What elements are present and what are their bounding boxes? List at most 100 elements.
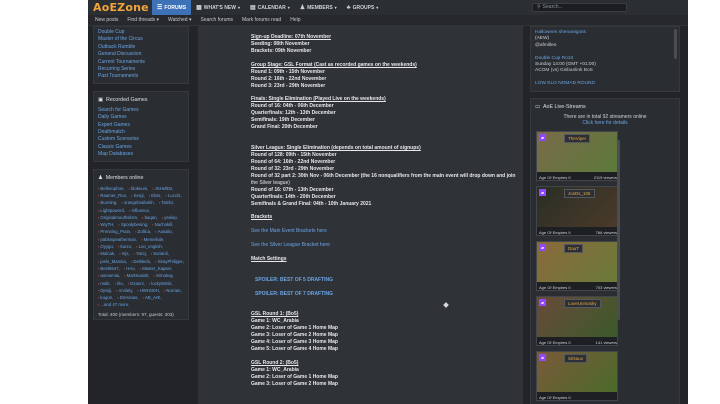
member-link[interactable]: kurzo, [118,243,132,250]
member-link[interactable]: AB_ArE, [143,294,161,301]
member-link[interactable]: HAo, [124,265,136,272]
nav-tab-label: WHAT'S NEW [203,4,236,11]
member-link[interactable]: kogon, [98,294,113,301]
recorded-games-link[interactable]: Search for Games [98,107,184,114]
event-line[interactable]: LOW ELO NOMAD ROUND [535,81,675,87]
recorded-games-link[interactable]: Expert Games [98,122,184,129]
nav-tab-what-s-new[interactable]: ▦ WHAT'S NEW ▾ [191,0,245,15]
member-link[interactable]: Lightpowerd, [98,207,125,214]
sidebar-link[interactable]: General Discussion [98,51,184,58]
members-more-link[interactable]: ...and 47 more. [98,301,184,308]
member-link[interactable]: baqan, [142,214,158,221]
member-link[interactable]: mjs, [119,250,130,257]
member-link[interactable]: Spoolybening, [119,221,148,228]
member-link[interactable]: SirayPhilippe, [155,258,184,265]
member-link[interactable]: HWHO0H, [137,287,160,294]
member-link[interactable]: Raamer_Roo, [98,192,127,199]
member-link[interactable]: pablospeatherman, [98,236,137,243]
member-link[interactable]: Arvilely, [116,287,134,294]
bracket-link[interactable]: See the Main Event Brackets here [251,228,523,235]
streamer-name[interactable]: Sirkaux [564,354,588,364]
subnav-search-forums[interactable]: Search forums [201,17,234,23]
stream-card[interactable]: ▰ Sirkaux Age Of Empires II [536,351,618,402]
recorded-games-link[interactable]: Classic Games [98,144,184,151]
subnav-help[interactable]: Help [290,17,300,23]
subnav-mark-forums-read[interactable]: Mark forums read [242,17,281,23]
member-link[interactable]: orangebraibekh, [121,199,155,206]
sidebar-link[interactable]: Past Tournaments [98,73,184,80]
recorded-games-link[interactable]: Custom Scenarios [98,136,184,143]
nav-tab-members[interactable]: ♟ MEMBERS ▾ [295,0,342,15]
member-link[interactable]: lito, [115,280,124,287]
spoiler-toggle[interactable]: SPOILER: BEST OF 5 DRAFTING [251,277,523,284]
streamer-name[interactable]: DauT [564,244,584,254]
nav-tab-forums[interactable]: ☰ FORUMS [152,0,192,15]
recorded-games-link[interactable]: Daily Games [98,114,184,121]
member-link[interactable]: Beel6547, [98,265,119,272]
member-link[interactable]: Elvis, [149,192,161,199]
sidebar-link[interactable]: Outback Rumble [98,44,184,51]
stream-card[interactable]: ▰ DauT Age Of Empires II 703 viewers [536,241,618,292]
sidebar-link[interactable]: Double Cup [98,29,184,36]
member-link[interactable]: Dreronas, [117,294,139,301]
member-link[interactable]: Norrian, [164,287,181,294]
member-link[interactable]: WiyTH, [98,221,114,228]
member-link[interactable]: Sirnokay, [154,272,174,279]
member-link[interactable]: luckyWinik, [149,280,173,287]
member-link[interactable]: Lucchi, [166,192,182,199]
recorded-games-link[interactable]: Map Databases [98,151,184,158]
member-link[interactable]: Bunning, [98,199,117,206]
streams-details-link[interactable]: Click here for details [535,120,675,126]
stream-info-bar: Age Of Empires II 766 viewers [537,227,617,236]
subnav-watched[interactable]: Watched ▾ [168,17,191,23]
streamer-name[interactable]: JosDs_105 [564,189,595,199]
events-scrollbar[interactable] [674,29,677,59]
member-link[interactable]: MarDioaish, [124,272,150,279]
member-link[interactable]: Bellerophon, [98,185,124,192]
member-link[interactable]: Oyygu, [98,243,114,250]
member-link[interactable]: Loo_english, [136,243,163,250]
member-link[interactable]: JSHellDs, [152,185,174,192]
member-link[interactable]: yariiep, [162,214,178,221]
page-scrollbar[interactable] [617,140,620,320]
member-link[interactable]: ameamiai, [98,272,120,279]
member-link[interactable]: Sergi, [131,192,145,199]
bracket-link[interactable]: See the Silver League Bracket here [251,242,523,249]
member-link[interactable]: Zollica, [135,228,152,235]
recorded-games-link[interactable]: Deathmatch [98,129,184,136]
member-link[interactable]: Yarej, [134,250,147,257]
member-link[interactable]: Nachokill, [152,221,174,228]
member-link[interactable]: Tambi, [159,199,174,206]
nav-tab-groups[interactable]: ♣ GROUPS ▾ [342,0,384,15]
member-link[interactable]: Surianil, [151,250,169,257]
stream-card[interactable]: ▰ LoveUnmasky Age Of Empires II 141 viewers [536,296,618,347]
streamer-name[interactable]: LoveUnmasky [564,299,601,309]
member-link[interactable]: Malcak, [98,250,115,257]
member-link[interactable]: Influence, [129,207,150,214]
section-heading: Brackets [251,214,273,221]
nav-tab-calendar[interactable]: ▤ CALENDAR ▾ [245,0,295,15]
streamer-name[interactable]: TheViper [564,134,591,144]
member-link[interactable]: Master_Kapser, [140,265,172,272]
member-link[interactable]: Djmiji, [98,287,112,294]
sidebar-link[interactable]: Master of the Circus [98,36,184,43]
member-link[interactable]: Originalmouthsilsm, [98,214,138,221]
member-link[interactable]: jaslo_Mannia, [98,258,127,265]
member-link[interactable]: blokeuni, [129,185,148,192]
search-input[interactable]: ⚲ Search... [532,3,627,12]
spoiler-toggle[interactable]: SPOILER: BEST OF 7 DRAFTING [251,291,523,298]
site-logo[interactable]: AoEZone [93,1,149,14]
stream-card[interactable]: ▰ JosDs_105 Age Of Empires II 766 viewers [536,186,618,237]
member-link[interactable]: Deltiledo, [131,258,151,265]
subnav-find-threads[interactable]: Find threads ▾ [127,17,159,23]
subnav-new-posts[interactable]: New posts [95,17,118,23]
sidebar-link[interactable]: Current Tournaments [98,59,184,66]
member-link[interactable]: Ausalio, [155,228,173,235]
member-link[interactable]: Dzanni, [128,280,145,287]
stream-card[interactable]: ▰ TheViper Age Of Empires II 2119 viewers [536,131,618,182]
member-link[interactable]: Prenning_Prain, [98,228,131,235]
member-link[interactable]: malir, [98,280,110,287]
member-link[interactable]: Memeliole, [141,236,165,243]
sidebar-link[interactable]: Recurring Series [98,66,184,73]
